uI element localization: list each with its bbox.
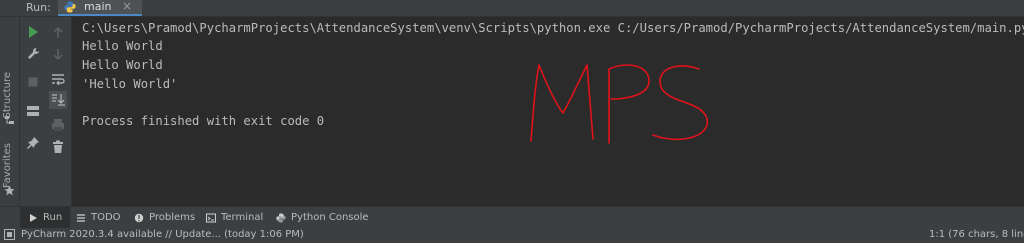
console-output[interactable]: C:\Users\Pramod\PycharmProjects\Attendan… — [72, 17, 1024, 206]
wrench-icon[interactable] — [25, 46, 41, 62]
update-icon — [4, 229, 15, 240]
list-icon — [77, 213, 85, 222]
rerun-icon[interactable] — [25, 24, 41, 40]
tab-python-console-label: Python Console — [291, 212, 369, 223]
problems-icon — [134, 213, 144, 222]
tab-run[interactable]: Run — [20, 207, 71, 228]
scroll-down-icon[interactable] — [50, 46, 66, 62]
run-tab-label: main — [84, 0, 112, 13]
tab-problems[interactable]: Problems — [134, 207, 195, 228]
console-line: C:\Users\Pramod\PycharmProjects\Attendan… — [82, 21, 1024, 35]
python-icon — [64, 1, 76, 13]
tab-problems-label: Problems — [149, 212, 196, 223]
tool-window-tabs: Run TODO Problems Terminal Python Consol… — [0, 206, 1024, 229]
pin-icon[interactable] — [25, 135, 41, 151]
stop-icon[interactable] — [25, 74, 41, 90]
star-icon[interactable] — [4, 185, 15, 196]
tab-todo-label: TODO — [91, 212, 121, 223]
tab-python-console[interactable]: Python Console — [276, 207, 369, 228]
console-line: Process finished with exit code 0 — [82, 114, 325, 128]
run-panel-header: Run: main × — [0, 0, 1024, 17]
terminal-icon — [206, 213, 216, 222]
run-toolbar-right — [45, 17, 72, 206]
run-label: Run: — [26, 1, 51, 14]
console-line: 'Hello World' — [82, 77, 178, 91]
handwritten-mps-watermark — [530, 64, 708, 144]
tab-todo[interactable]: TODO — [76, 207, 121, 228]
status-message: PyCharm 2020.3.4 available // Update... … — [21, 229, 304, 240]
layout-icon[interactable] — [25, 103, 41, 119]
caret-position[interactable]: 1:1 (76 chars, 8 line b — [929, 229, 1024, 240]
left-tool-strip: Structure Favorites — [0, 17, 20, 206]
console-line: Hello World — [82, 58, 163, 72]
scroll-to-end-icon[interactable] — [49, 91, 67, 109]
soft-wrap-icon[interactable] — [50, 71, 66, 87]
play-icon — [30, 213, 37, 222]
run-toolbar-left — [20, 17, 45, 206]
print-icon[interactable] — [50, 117, 66, 133]
console-line: Hello World — [82, 39, 163, 53]
tab-terminal-label: Terminal — [221, 212, 264, 223]
favorites-label[interactable]: Favorites — [2, 143, 13, 188]
tab-run-label: Run — [43, 212, 63, 223]
structure-label[interactable]: Structure — [2, 72, 13, 119]
status-bar: PyCharm 2020.3.4 available // Update... … — [0, 228, 1024, 243]
update-notification[interactable]: PyCharm 2020.3.4 available // Update... … — [4, 229, 304, 240]
tab-terminal[interactable]: Terminal — [206, 207, 263, 228]
scroll-up-icon[interactable] — [50, 25, 66, 41]
run-tab-main[interactable]: main × — [58, 0, 142, 16]
trash-icon[interactable] — [50, 139, 66, 155]
python-console-icon — [276, 213, 286, 222]
close-icon[interactable]: × — [122, 0, 132, 13]
